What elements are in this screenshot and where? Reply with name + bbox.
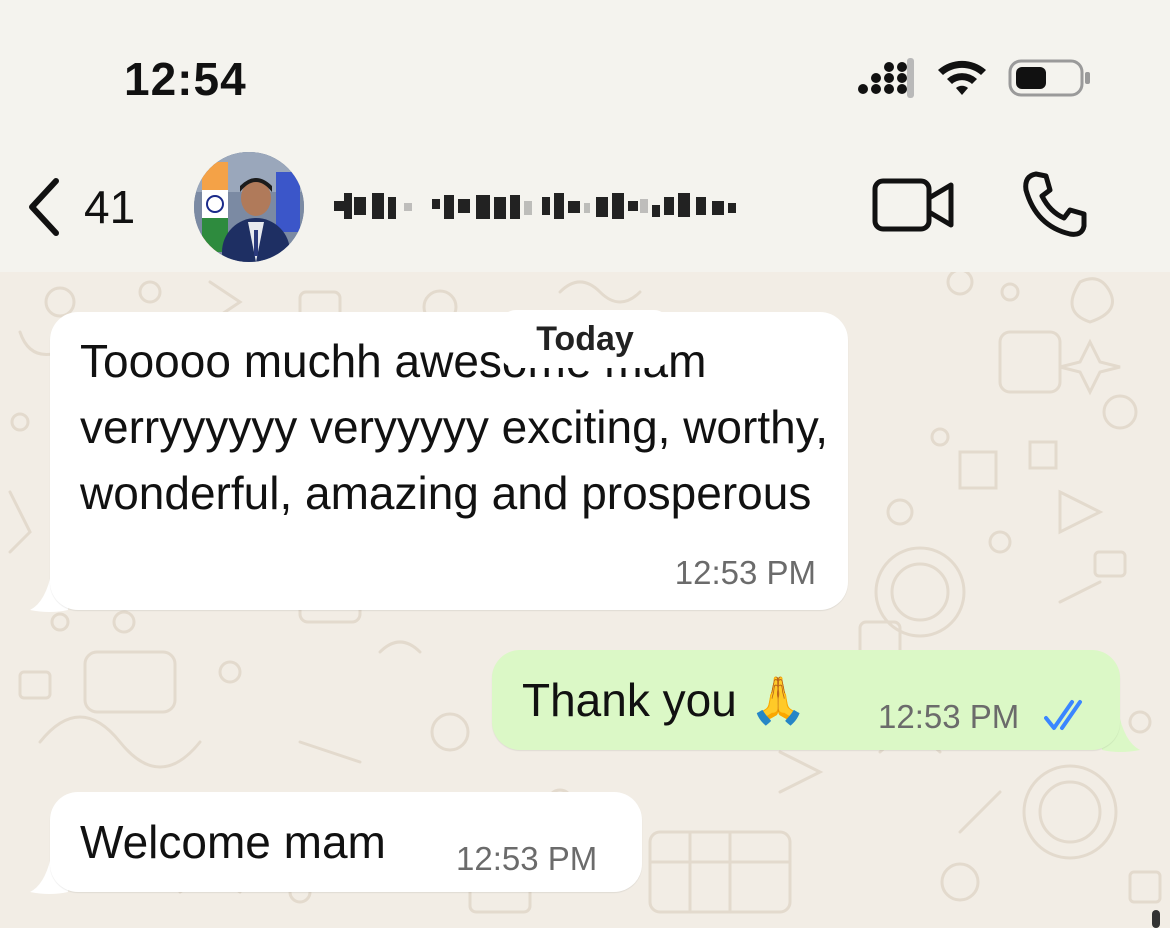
incoming-message-bubble[interactable]: Tooooo muchh awesome mam verryyyyyy very… xyxy=(50,312,848,610)
chevron-left-icon xyxy=(29,178,59,236)
top-bar: 12:54 41 xyxy=(0,0,1170,272)
cellular-signal-icon xyxy=(858,58,914,98)
date-divider: Today xyxy=(500,310,670,368)
contact-name-redacted xyxy=(334,193,736,219)
message-text: Thank you 🙏 xyxy=(522,667,807,733)
message-text: Welcome mam xyxy=(80,816,386,868)
voice-call-button[interactable] xyxy=(1022,170,1088,238)
message-text: Tooooo muchh awesome mam verryyyyyy very… xyxy=(80,335,829,519)
folded-hands-emoji: 🙏 xyxy=(749,673,807,727)
message-time: 12:53 PM xyxy=(878,698,1020,735)
wifi-icon xyxy=(938,60,986,95)
phone-icon xyxy=(1023,171,1087,237)
contact-avatar[interactable] xyxy=(194,152,304,262)
read-receipt-icon xyxy=(1044,700,1082,730)
unread-count: 41 xyxy=(84,181,136,233)
video-call-icon xyxy=(872,178,954,232)
back-button[interactable]: 41 xyxy=(24,172,135,242)
message-time: 12:53 PM xyxy=(674,554,816,591)
status-bar-time: 12:54 xyxy=(124,53,247,105)
outgoing-message-bubble[interactable]: Thank you 🙏 12:53 PM xyxy=(492,650,1120,750)
avatar-photo xyxy=(194,152,304,262)
battery-icon xyxy=(1008,59,1090,97)
video-call-button[interactable] xyxy=(872,176,956,234)
message-time: 12:53 PM xyxy=(456,840,598,877)
scroll-indicator[interactable] xyxy=(1152,910,1160,928)
incoming-message-bubble[interactable]: Welcome mam 12:53 PM xyxy=(50,792,642,892)
message-text-body: Thank you xyxy=(522,674,737,726)
